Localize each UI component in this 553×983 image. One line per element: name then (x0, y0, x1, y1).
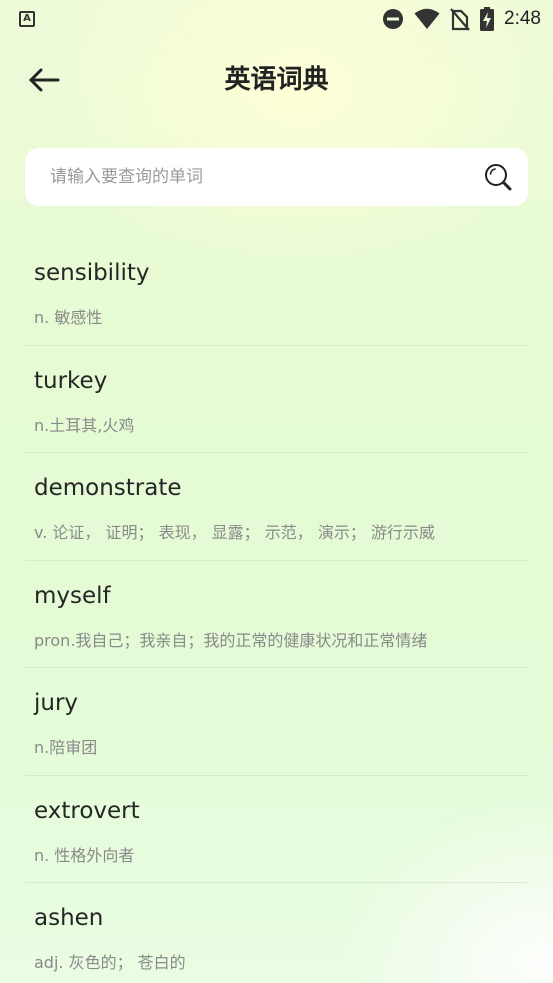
word-definition: n.土耳其,火鸡 (34, 415, 135, 435)
back-button[interactable] (24, 62, 64, 98)
word-list-item[interactable]: ashen adj. 灰色的； 苍白的 (25, 883, 528, 983)
word-list-item[interactable]: myself pron.我自己；我亲自；我的正常的健康状况和正常情绪 (25, 561, 528, 668)
status-icons: 2:48 (382, 6, 541, 32)
word-definition: adj. 灰色的； 苍白的 (34, 953, 186, 972)
search-input[interactable] (25, 148, 468, 206)
word-definition: pron.我自己；我亲自；我的正常的健康状况和正常情绪 (34, 630, 428, 650)
word-definition: n. 性格外向者 (34, 845, 135, 865)
search-button[interactable] (468, 148, 528, 206)
word-list-item[interactable]: extrovert n. 性格外向者 (25, 776, 528, 883)
search-icon (485, 164, 512, 191)
word-list-item[interactable]: sensibility n. 敏感性 (25, 238, 528, 346)
word-text: myself (34, 582, 111, 609)
no-sim-icon (450, 8, 470, 31)
search-bar (25, 148, 528, 206)
do-not-disturb-icon (383, 9, 404, 29)
word-text: turkey (34, 367, 108, 394)
word-list-item[interactable]: demonstrate v. 论证， 证明； 表现， 显露； 示范， 演示； 游… (25, 453, 528, 561)
word-definition: n. 敏感性 (34, 308, 103, 327)
app-notification-icon: A (19, 11, 35, 27)
word-text: extrovert (34, 797, 140, 824)
word-list-item[interactable]: turkey n.土耳其,火鸡 (25, 346, 528, 453)
arrow-left-icon (29, 68, 60, 92)
word-text: jury (34, 690, 79, 716)
wifi-icon (414, 8, 440, 29)
word-text: demonstrate (34, 475, 182, 501)
word-definition: v. 论证， 证明； 表现， 显露； 示范， 演示； 游行示威 (34, 523, 435, 542)
battery-charging-icon (480, 7, 495, 31)
page-title: 英语词典 (224, 65, 329, 95)
word-list: sensibility n. 敏感性 turkey n.土耳其,火鸡 demon… (0, 238, 553, 983)
status-time: 2:48 (504, 8, 541, 29)
word-text: ashen (34, 905, 104, 931)
word-list-item[interactable]: jury n.陪审团 (25, 668, 528, 776)
word-definition: n.陪审团 (34, 738, 98, 757)
status-bar: A 2:48 (0, 0, 553, 38)
word-text: sensibility (34, 260, 150, 286)
